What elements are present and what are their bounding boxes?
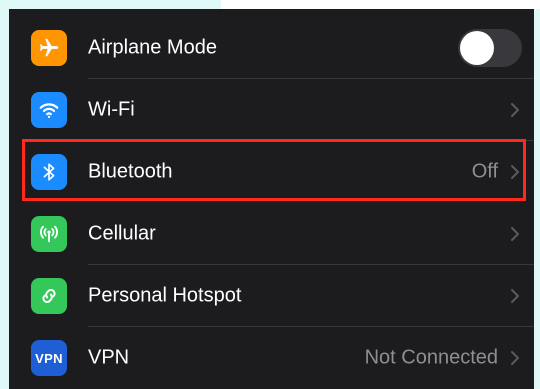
- vpn-icon: VPN: [31, 340, 67, 376]
- settings-row-bluetooth[interactable]: Bluetooth Off: [9, 141, 534, 203]
- bluetooth-status-value: Off: [471, 160, 498, 183]
- link-icon: [31, 278, 67, 314]
- chevron-right-icon: [508, 348, 522, 368]
- chevron-right-icon: [508, 224, 522, 244]
- antenna-icon: [31, 216, 67, 252]
- bluetooth-icon: [31, 154, 67, 190]
- background-edge: [221, 0, 540, 9]
- background-edge: [0, 0, 9, 9]
- row-label: Personal Hotspot: [88, 284, 242, 307]
- settings-list: Airplane Mode Wi-Fi Bluetooth Off Cellul…: [9, 9, 534, 389]
- row-label: Bluetooth: [88, 160, 173, 183]
- chevron-right-icon: [508, 162, 522, 182]
- row-label: Wi-Fi: [88, 98, 135, 121]
- chevron-right-icon: [508, 100, 522, 120]
- settings-row-vpn[interactable]: VPN VPN Not Connected: [9, 327, 534, 389]
- row-label: Cellular: [88, 222, 156, 245]
- chevron-right-icon: [508, 286, 522, 306]
- row-label: Airplane Mode: [88, 36, 217, 59]
- wifi-icon: [31, 92, 67, 128]
- vpn-status-value: Not Connected: [364, 346, 498, 369]
- settings-row-cellular[interactable]: Cellular: [9, 203, 534, 265]
- settings-row-personal-hotspot[interactable]: Personal Hotspot: [9, 265, 534, 327]
- airplane-mode-toggle[interactable]: [458, 29, 522, 67]
- settings-row-airplane-mode[interactable]: Airplane Mode: [9, 17, 534, 79]
- row-label: VPN: [88, 346, 130, 369]
- vpn-icon-text: VPN: [35, 350, 63, 366]
- settings-row-wifi[interactable]: Wi-Fi: [9, 79, 534, 141]
- airplane-icon: [31, 30, 67, 66]
- toggle-knob: [460, 31, 494, 65]
